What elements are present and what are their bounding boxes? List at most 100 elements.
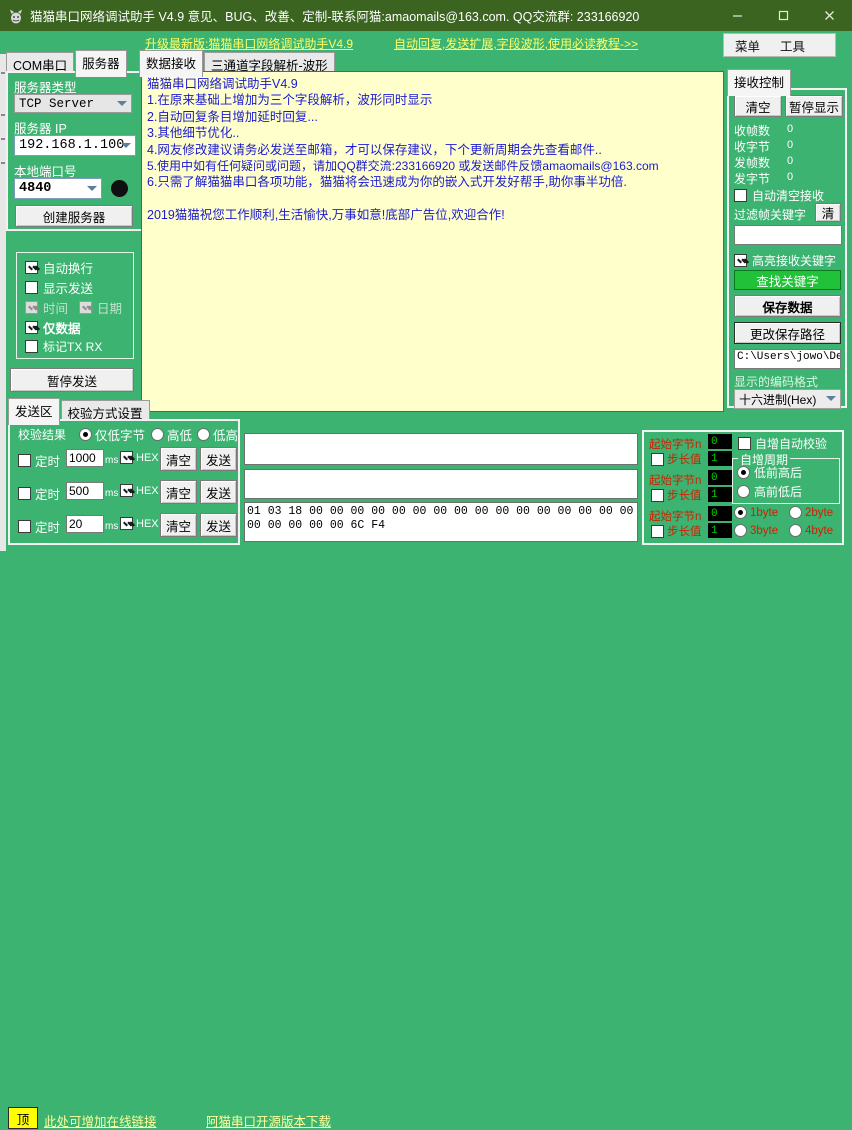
clear-receive-button[interactable]: 清空	[734, 95, 782, 117]
byte-option-3[interactable]: 3byte	[734, 524, 778, 537]
radio-4byte[interactable]	[789, 524, 802, 537]
radio-high-low[interactable]	[151, 428, 164, 441]
send-row-1-hex[interactable]: HEX	[120, 451, 159, 464]
step-value-1[interactable]: 1	[708, 451, 732, 466]
start-byte-value-3[interactable]: 0	[708, 506, 732, 521]
server-type-select[interactable]: TCP Server	[14, 94, 132, 113]
save-data-button[interactable]: 保存数据	[734, 295, 841, 317]
encoding-format-select[interactable]: 十六进制(Hex)	[734, 389, 841, 409]
option-data-only[interactable]: 仅数据	[25, 318, 81, 337]
option-mark-txrx[interactable]: 标记TX RX	[25, 338, 102, 355]
status-link-center[interactable]: 阿猫串口开源版本下载	[206, 1111, 331, 1130]
check-option-low-byte-only[interactable]: 仅低字节	[79, 425, 145, 444]
checkbox-hex-2[interactable]	[120, 484, 133, 497]
clear-button-1[interactable]: 清空	[160, 447, 197, 471]
send-input-3[interactable]: 01 03 18 00 00 00 00 00 00 00 00 00 00 0…	[244, 502, 638, 542]
byte-option-2[interactable]: 2byte	[789, 506, 833, 519]
timer-interval-input-3[interactable]: 20	[66, 515, 104, 533]
local-port-select[interactable]: 4840	[14, 178, 102, 199]
step-value-3[interactable]: 1	[708, 523, 732, 538]
check-result-label: 校验结果	[18, 428, 67, 442]
maximize-button[interactable]	[760, 0, 806, 31]
timer-interval-input-1[interactable]: 1000	[66, 449, 104, 467]
checkbox-timer-2[interactable]	[18, 487, 31, 500]
save-path-input[interactable]: C:\Users\jowo\De	[734, 349, 841, 369]
radio-low-first[interactable]	[737, 466, 750, 479]
option-auto-clear-receive[interactable]: 自动清空接收	[734, 187, 824, 204]
option-auto-check[interactable]: 自增自动校验	[738, 435, 827, 452]
byte-option-4[interactable]: 4byte	[789, 524, 833, 537]
close-button[interactable]	[806, 0, 852, 31]
step-row-1[interactable]: 步长值	[651, 451, 702, 467]
send-row-3-timer[interactable]: 定时	[18, 517, 60, 536]
option-show-send[interactable]: 显示发送	[25, 278, 93, 297]
tab-receive-control[interactable]: 接收控制	[727, 69, 792, 96]
step-row-2[interactable]: 步长值	[651, 487, 702, 503]
radio-low-byte-only[interactable]	[79, 428, 92, 441]
clear-button-2[interactable]: 清空	[160, 480, 197, 504]
checkbox-auto-clear-receive[interactable]	[734, 189, 747, 202]
send-input-2[interactable]	[244, 469, 638, 499]
filter-keyword-input[interactable]	[734, 225, 842, 245]
checkbox-step-2[interactable]	[651, 488, 664, 502]
radio-1byte[interactable]	[734, 506, 747, 519]
clear-button-3[interactable]: 清空	[160, 513, 197, 537]
checkbox-data-only[interactable]	[25, 321, 38, 334]
start-byte-value-2[interactable]: 0	[708, 470, 732, 485]
order-option-high-first[interactable]: 高前低后	[737, 483, 802, 500]
checkbox-hex-3[interactable]	[120, 517, 133, 530]
checkbox-timer-1[interactable]	[18, 454, 31, 467]
checkbox-show-send[interactable]	[25, 281, 38, 294]
tab-server[interactable]: 服务器	[75, 50, 127, 77]
change-save-path-button[interactable]: 更改保存路径	[734, 322, 841, 344]
radio-low-high[interactable]	[197, 428, 210, 441]
radio-high-first[interactable]	[737, 485, 750, 498]
send-row-2-timer[interactable]: 定时	[18, 484, 60, 503]
start-byte-value-1[interactable]: 0	[708, 434, 732, 449]
send-button-2[interactable]: 发送	[200, 480, 237, 504]
pause-send-button[interactable]: 暂停发送	[10, 368, 134, 392]
send-button-1[interactable]: 发送	[200, 447, 237, 471]
send-row-1-timer[interactable]: 定时	[18, 451, 60, 470]
receive-text-area[interactable]: 猫猫串口网络调试助手V4.9 1.在原来基础上增加为三个字段解析，波形同时显示 …	[141, 71, 724, 412]
byte-option-1[interactable]: 1byte	[734, 506, 778, 519]
checkbox-highlight-keyword[interactable]	[734, 254, 747, 267]
option-auto-wrap[interactable]: 自动换行	[25, 258, 93, 277]
step-row-3[interactable]: 步长值	[651, 523, 702, 539]
pause-display-button[interactable]: 暂停显示	[785, 95, 843, 117]
tab-send-area[interactable]: 发送区	[8, 398, 60, 425]
receive-line: 3.其他细节优化..	[147, 126, 240, 141]
checkbox-mark-txrx[interactable]	[25, 340, 38, 353]
checkbox-hex-1[interactable]	[120, 451, 133, 464]
send-row-3-hex[interactable]: HEX	[120, 517, 159, 530]
order-option-low-first[interactable]: 低前高后	[737, 464, 802, 481]
tutorial-link[interactable]: 自动回复,发送扩展,字段波形,使用必读教程->>	[394, 35, 638, 52]
filter-clear-button[interactable]: 清	[815, 203, 841, 222]
minimize-button[interactable]	[714, 0, 760, 31]
top-button[interactable]: 顶	[8, 1107, 38, 1129]
byte-option-3-label: 3byte	[750, 524, 779, 537]
radio-3byte[interactable]	[734, 524, 747, 537]
check-option-high-low[interactable]: 高低	[151, 425, 192, 444]
timer-interval-input-2[interactable]: 500	[66, 482, 104, 500]
send-button-3[interactable]: 发送	[200, 513, 237, 537]
send-input-1[interactable]	[244, 433, 638, 465]
checkbox-auto-wrap[interactable]	[25, 261, 38, 274]
checkbox-timer-3[interactable]	[18, 520, 31, 533]
create-server-button[interactable]: 创建服务器	[15, 205, 133, 227]
step-value-2[interactable]: 1	[708, 487, 732, 502]
menu-item-tool[interactable]: 工具	[780, 36, 805, 55]
checkbox-auto-check[interactable]	[738, 437, 751, 450]
server-ip-select[interactable]: 192.168.1.100	[14, 135, 136, 156]
checkbox-step-1[interactable]	[651, 452, 664, 466]
tab-data-receive[interactable]: 数据接收	[139, 50, 204, 77]
radio-2byte[interactable]	[789, 506, 802, 519]
option-highlight-keyword[interactable]: 高亮接收关键字	[734, 252, 836, 269]
option-date: 日期	[79, 298, 122, 317]
find-keyword-button[interactable]: 查找关键字	[734, 270, 841, 290]
checkbox-step-3[interactable]	[651, 524, 664, 538]
status-link-left[interactable]: 此处可增加在线链接	[44, 1111, 157, 1130]
menu-item-menu[interactable]: 菜单	[735, 36, 760, 55]
send-row-2-hex[interactable]: HEX	[120, 484, 159, 497]
check-option-low-high[interactable]: 低高	[197, 425, 238, 444]
